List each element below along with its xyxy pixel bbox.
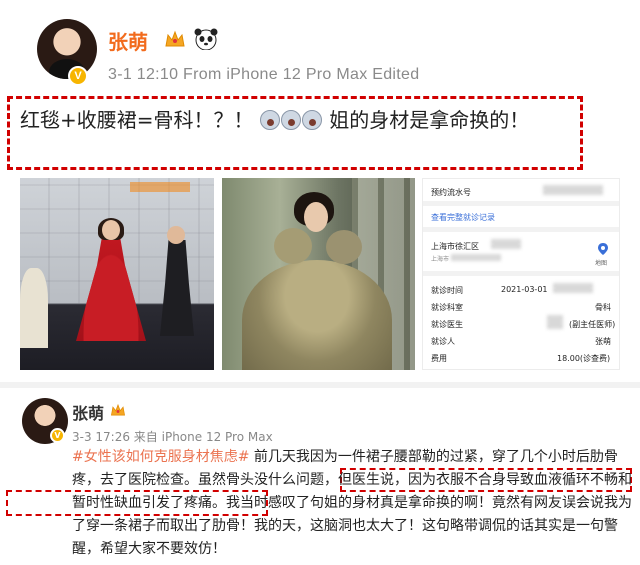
weibo-post-1: V 张萌 3-1 12:10 From iPhone 12 Pro Max Ed… <box>0 0 640 378</box>
blurred-value <box>491 239 521 249</box>
photo-gold-gown[interactable] <box>222 178 415 370</box>
photo-red-carpet[interactable] <box>20 178 214 370</box>
crown-icon <box>111 403 125 416</box>
blurred-value <box>547 315 563 329</box>
view-details-link[interactable]: 查看完整就诊记录 <box>431 212 495 223</box>
receipt-row-label: 就诊人 <box>431 337 455 346</box>
post-text-part: 红毯+收腰裙=骨科！？！ <box>20 108 254 132</box>
map-label[interactable]: 地图 <box>595 258 607 267</box>
receipt-row-label: 就诊时间 <box>431 286 463 295</box>
topic-hashtag-link[interactable]: #女性该如何克服身材焦虑# <box>72 449 249 465</box>
avatar[interactable] <box>37 19 97 79</box>
crying-emoji-icon <box>301 110 322 130</box>
post-meta: 3-1 12:10 From iPhone 12 Pro Max Edited <box>108 66 420 83</box>
post-text: 红毯+收腰裙=骨科！？！ 姐的身材是拿命换的！ <box>20 104 580 137</box>
crying-emoji-icon <box>259 110 280 130</box>
receipt-row-value: 18.00(诊查费) <box>557 354 611 363</box>
receipt-row-value: (副主任医师) <box>569 320 616 329</box>
author-name[interactable]: 张萌 <box>72 400 104 424</box>
receipt-row-label: 就诊医生 <box>431 320 463 329</box>
blurred-value <box>451 254 501 261</box>
hospital-sub: 上海市 <box>431 256 450 263</box>
blurred-value <box>553 283 593 293</box>
receipt-label: 预约流水号 <box>431 188 471 197</box>
receipt-row-value: 张萌 <box>595 337 611 346</box>
panda-icon <box>194 28 218 50</box>
hospital-receipt-screenshot[interactable]: 预约流水号 查看完整就诊记录 上海市徐汇区 上海市 地图 就诊时间 2021-0… <box>422 178 620 370</box>
post-text: #女性该如何克服身材焦虑# 前几天我因为一件裙子腰部勒的过紧，穿了几个小时后肋骨… <box>72 446 634 561</box>
receipt-row-value: 骨科 <box>595 303 611 312</box>
hospital-name: 上海市徐汇区 <box>431 242 479 251</box>
crying-emoji-icon <box>280 110 301 130</box>
author-name[interactable]: 张萌 <box>108 26 148 55</box>
post-text-part: 姐的身材是拿命换的！ <box>329 108 530 132</box>
receipt-row-label: 就诊科室 <box>431 303 463 312</box>
crown-icon <box>165 30 185 47</box>
verified-badge-icon: V <box>50 428 65 443</box>
receipt-row-label: 费用 <box>431 354 447 363</box>
receipt-row-value: 2021-03-01 <box>501 285 548 294</box>
weibo-post-2: V 张萌 3-3 17:26 来自 iPhone 12 Pro Max #女性该… <box>0 382 640 565</box>
post-meta: 3-3 17:26 来自 iPhone 12 Pro Max <box>72 430 273 444</box>
verified-badge-icon: V <box>68 66 88 86</box>
blurred-value <box>543 185 603 195</box>
map-pin-icon[interactable] <box>598 243 608 255</box>
